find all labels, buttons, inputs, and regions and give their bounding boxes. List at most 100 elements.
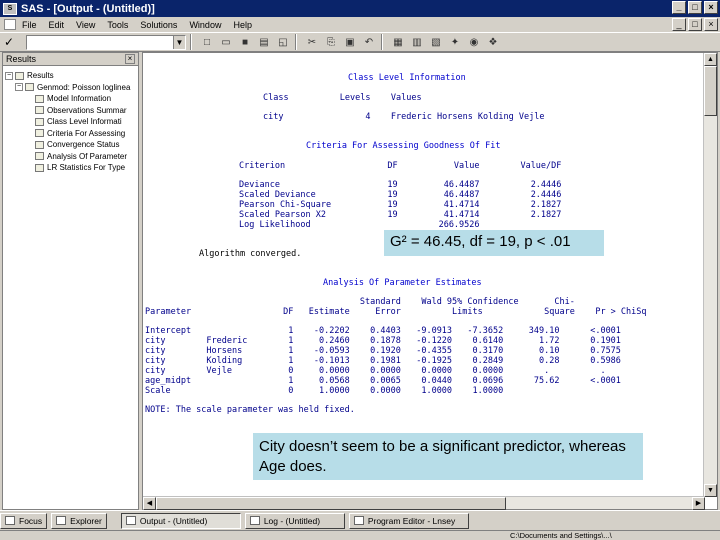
status-path: C:\Documents and Settings\...\ [510,531,612,540]
output-window[interactable]: Class Level Information Class Levels Val… [142,52,718,510]
table-icon [35,94,44,103]
tree-node-lr-statistics[interactable]: LR Statistics For Type [5,162,136,174]
hscroll-thumb[interactable] [156,497,506,510]
tab-focus[interactable]: Focus [0,512,48,529]
tab-program-editor[interactable]: Program Editor - Lnsey [348,512,469,529]
menu-view[interactable]: View [76,20,95,30]
table-icon [35,129,44,138]
explorer-icon [56,516,67,525]
tab-output[interactable]: Output - (Untitled) [120,512,241,529]
scale-note: NOTE: The scale parameter was held fixed… [145,405,355,415]
tab-log[interactable]: Log - (Untitled) [244,512,345,529]
param-row: city Frederic 1 0.2460 0.1878 -0.1220 0.… [145,336,621,346]
save-icon[interactable]: ■ [237,34,253,50]
check-icon[interactable]: ✓ [4,35,20,49]
status-bar: C:\Documents and Settings\...\ [0,530,720,540]
tree-node-observations-summary[interactable]: Observations Summar [5,105,136,117]
graph-icon[interactable]: ▧ [428,34,444,50]
menu-tools[interactable]: Tools [107,20,128,30]
editor-icon [353,516,364,525]
scroll-up-icon[interactable]: ▲ [704,53,717,66]
param-header-1: Standard Wald 95% Confidence Chi- [145,297,575,307]
menu-file[interactable]: File [22,20,37,30]
fit-row: Pearson Chi-Square 19 41.4714 2.1827 [239,200,562,210]
scroll-thumb[interactable] [704,66,717,116]
collapse-icon[interactable]: − [15,83,23,92]
menu-edit[interactable]: Edit [49,20,65,30]
copy-icon[interactable]: ⎘ [323,34,339,50]
table-icon [35,140,44,149]
doc-restore-button[interactable]: □ [688,18,702,31]
fit-row: Scaled Deviance 19 46.4487 2.4446 [239,190,562,200]
close-button[interactable]: × [704,1,718,14]
tree-node-model-information[interactable]: Model Information [5,93,136,105]
fit-title: Criteria For Assessing Goodness Of Fit [306,141,501,151]
tree-node-results[interactable]: − Results [5,70,136,82]
help-icon[interactable]: ◉ [466,34,482,50]
tree-node-convergence[interactable]: Convergence Status [5,139,136,151]
close-icon[interactable]: × [125,54,135,64]
param-header-2: Parameter DF Estimate Error Limits Squar… [145,307,647,317]
results-pane-header: Results × [3,53,138,66]
results-icon [5,516,15,525]
menu-solutions[interactable]: Solutions [140,20,177,30]
vertical-scrollbar[interactable]: ▲ ▼ [703,53,717,497]
tree-node-genmod[interactable]: − Genmod: Poisson loglinea [5,82,136,94]
log-icon [249,516,260,525]
menu-bar: File Edit View Tools Solutions Window He… [0,17,720,32]
sas-app-icon[interactable]: S [3,2,17,15]
run-icon[interactable]: ✦ [447,34,463,50]
param-row: age_midpt 1 0.0568 0.0065 0.0440 0.0696 … [145,376,621,386]
convergence-status: Algorithm converged. [199,249,302,259]
tree-node-parameter-analysis[interactable]: Analysis Of Parameter [5,151,136,163]
window-titlebar: S SAS - [Output - (Untitled)] _ □ × [0,0,720,17]
scroll-left-icon[interactable]: ◀ [143,497,156,510]
param-row: Scale 0 1.0000 0.0000 1.0000 1.0000 [145,386,504,396]
param-row: city Kolding 1 -0.1013 0.1981 -0.1925 0.… [145,356,621,366]
open-icon[interactable]: ▭ [218,34,234,50]
document-icon[interactable] [4,19,16,30]
class-level-row: city 4 Frederic Horsens Kolding Vejle [263,112,545,122]
table-icon [35,106,44,115]
tab-explorer[interactable]: Explorer [51,512,107,529]
doc-close-button[interactable]: × [704,18,718,31]
menu-window[interactable]: Window [189,20,221,30]
toolbar-separator [295,34,297,50]
new-icon[interactable]: □ [199,34,215,50]
table-icon [35,152,44,161]
results-tree: − Results − Genmod: Poisson loglinea Model… [3,66,138,178]
tree-node-criteria[interactable]: Criteria For Assessing [5,128,136,140]
fit-header: Criterion DF Value Value/DF [239,161,562,171]
folder-icon [25,83,34,92]
print-preview-icon[interactable]: ◱ [275,34,291,50]
horizontal-scrollbar[interactable]: ◀ ▶ [143,496,705,510]
window-title: SAS - [Output - (Untitled)] [21,2,155,15]
command-input[interactable]: ▼ [26,34,186,50]
tree-node-class-level[interactable]: Class Level Informati [5,116,136,128]
g2-annotation: G² = 46.45, df = 19, p < .01 [384,230,604,256]
libraries-icon[interactable]: ▥ [409,34,425,50]
print-icon[interactable]: ▤ [256,34,272,50]
cut-icon[interactable]: ✂ [304,34,320,50]
undo-icon[interactable]: ↶ [361,34,377,50]
fit-row: Deviance 19 46.4487 2.4446 [239,180,562,190]
minimize-button[interactable]: _ [672,1,686,14]
doc-minimize-button[interactable]: _ [672,18,686,31]
maximize-button[interactable]: □ [688,1,702,14]
info-icon[interactable]: ❖ [485,34,501,50]
fit-row: Log Likelihood 266.9526 [239,220,480,230]
paste-icon[interactable]: ▣ [342,34,358,50]
table-icon [35,163,44,172]
document-controls: _ □ × [672,18,718,31]
toolbar-separator [190,34,192,50]
folder-icon [15,71,24,80]
results-pane: Results × − Results − Genmod: Poisson logl… [2,52,139,510]
city-annotation: City doesn’t seem to be a significant pr… [253,433,643,480]
collapse-icon[interactable]: − [5,71,13,80]
scroll-down-icon[interactable]: ▼ [704,484,717,497]
explorer-icon[interactable]: ▦ [390,34,406,50]
toolbar-separator [381,34,383,50]
menu-help[interactable]: Help [233,20,252,30]
chevron-down-icon[interactable]: ▼ [173,35,185,49]
scroll-right-icon[interactable]: ▶ [692,497,705,510]
